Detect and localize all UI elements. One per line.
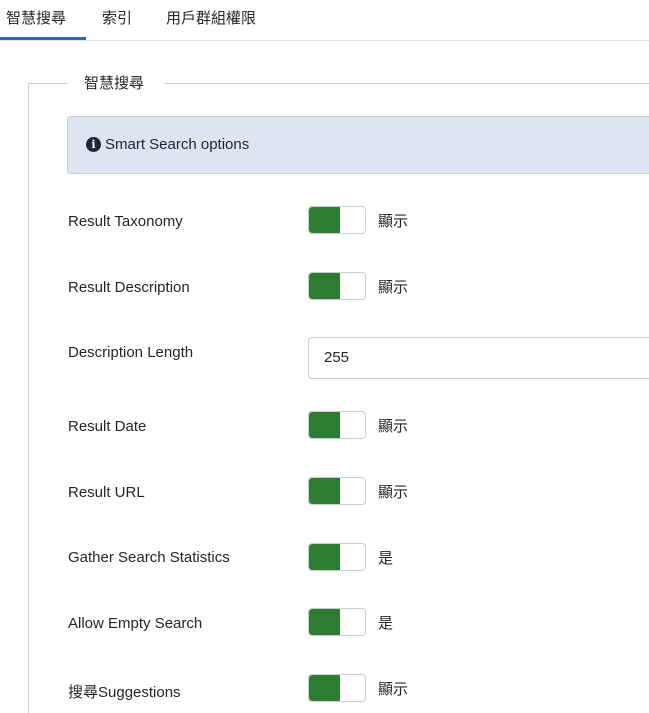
fieldset-border-top-right [164, 83, 649, 84]
tab-bar: 智慧搜尋 索引 用戶群組權限 [0, 0, 649, 41]
allow-empty-search-state: 是 [378, 615, 394, 632]
result-url-state: 顯示 [378, 484, 409, 501]
info-icon: i [86, 137, 101, 152]
suggestions-state: 顯示 [378, 681, 409, 698]
description-length-input[interactable]: 255 [308, 337, 649, 379]
result-description-state: 顯示 [378, 279, 409, 296]
alert-text: Smart Search options [105, 136, 250, 153]
toggle-knob [309, 609, 340, 635]
result-url-toggle[interactable] [308, 477, 366, 505]
result-url-label: Result URL [68, 484, 145, 501]
result-taxonomy-state: 顯示 [378, 213, 409, 230]
result-taxonomy-toggle[interactable] [308, 206, 366, 234]
allow-empty-search-label: Allow Empty Search [68, 615, 203, 632]
toggle-knob [309, 412, 340, 438]
toggle-knob [309, 675, 340, 701]
toggle-knob [309, 478, 340, 504]
result-description-toggle[interactable] [308, 272, 366, 300]
fieldset-legend: 智慧搜尋 [84, 75, 145, 92]
result-date-label: Result Date [68, 418, 147, 435]
suggestions-toggle[interactable] [308, 674, 366, 702]
result-taxonomy-label: Result Taxonomy [68, 213, 183, 230]
description-length-label: Description Length [68, 344, 194, 361]
result-description-label: Result Description [68, 279, 190, 296]
allow-empty-search-toggle[interactable] [308, 608, 366, 636]
gather-statistics-state: 是 [378, 550, 394, 567]
fieldset-border-top-left [28, 83, 68, 84]
gather-statistics-toggle[interactable] [308, 543, 366, 571]
toggle-knob [309, 544, 340, 570]
fieldset-border [28, 83, 29, 713]
toggle-knob [309, 207, 340, 233]
gather-statistics-label: Gather Search Statistics [68, 549, 230, 566]
tab-index[interactable]: 索引 [102, 0, 132, 40]
tab-smart-search[interactable]: 智慧搜尋 [0, 0, 86, 40]
info-alert: i Smart Search options [67, 116, 649, 174]
result-date-toggle[interactable] [308, 411, 366, 439]
result-date-state: 顯示 [378, 418, 409, 435]
tab-user-group-permissions[interactable]: 用戶群組權限 [166, 0, 256, 40]
toggle-knob [309, 273, 340, 299]
suggestions-label: 搜尋Suggestions [68, 684, 181, 701]
